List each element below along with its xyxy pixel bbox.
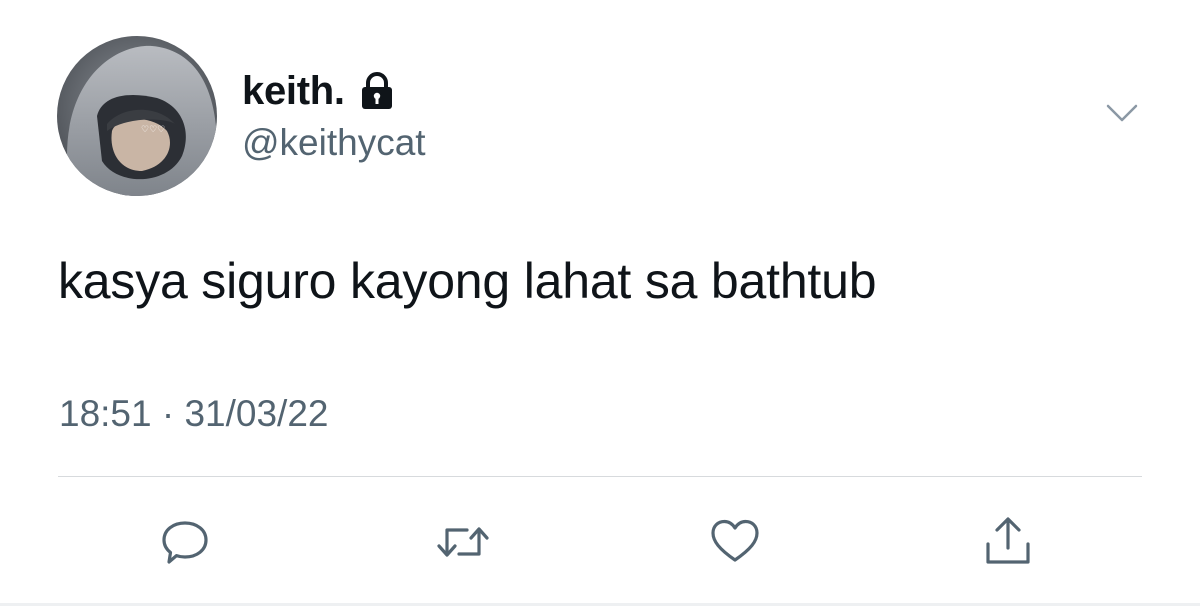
retweet-button[interactable]: [433, 512, 493, 572]
avatar-image: ♡♡♡: [57, 36, 217, 196]
like-button[interactable]: [705, 512, 765, 572]
lock-icon: [359, 71, 395, 111]
author-name-row: keith.: [242, 66, 395, 116]
heart-icon: [711, 519, 759, 562]
tweet-text: kasya siguro kayong lahat sa bathtub: [58, 253, 877, 309]
share-upload-icon: [986, 517, 1030, 564]
avatar[interactable]: ♡♡♡: [57, 36, 217, 196]
retweet-arrows-icon: [437, 527, 489, 557]
divider: [58, 476, 1142, 477]
share-button[interactable]: [978, 512, 1038, 572]
tweet-timestamp[interactable]: 18:51 · 31/03/22: [59, 393, 329, 435]
tweet-card: ♡♡♡ keith. @keithycat kasya siguro kayon…: [0, 0, 1200, 606]
display-name[interactable]: keith.: [242, 69, 345, 114]
author-handle[interactable]: @keithycat: [242, 122, 426, 164]
reply-button[interactable]: [155, 512, 215, 572]
svg-text:♡♡♡: ♡♡♡: [141, 125, 165, 135]
speech-bubble-icon: [162, 521, 208, 564]
chevron-down-icon[interactable]: [1100, 98, 1144, 128]
